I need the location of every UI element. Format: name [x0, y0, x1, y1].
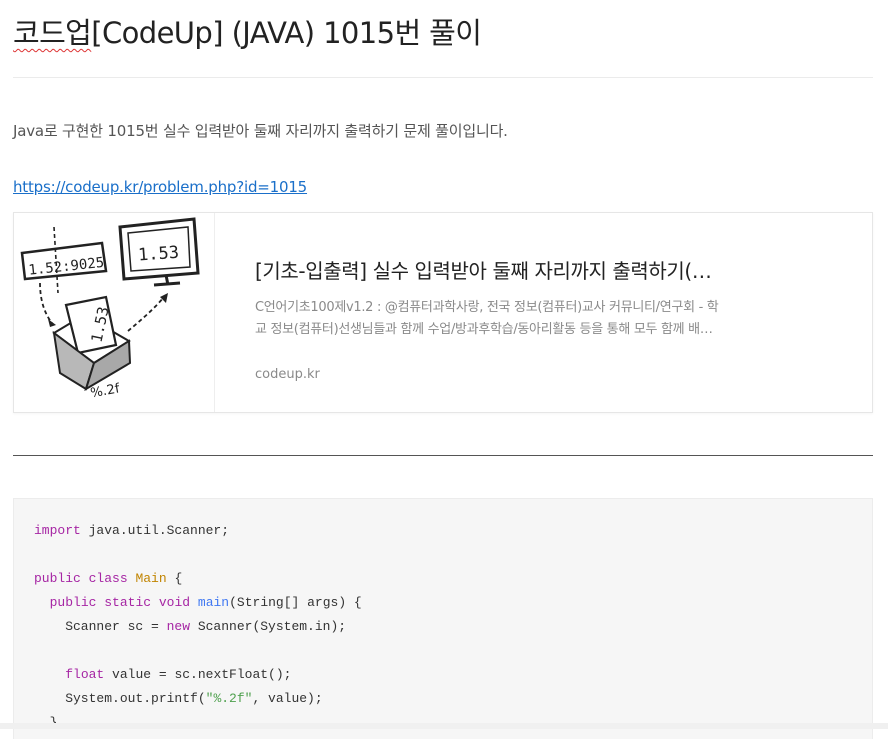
code-line: System.out.printf("%.2f", value);	[34, 687, 872, 711]
envelope-image: 1.53 %.2f	[52, 295, 132, 401]
code-token: public	[49, 595, 97, 610]
code-token: import	[34, 523, 81, 538]
link-preview-card[interactable]: 1.52:9025 1.53 1.53 %.2f [기초-입출력] 실수 입력받…	[13, 212, 873, 413]
arrow-down-icon	[39, 282, 53, 324]
card-description: C언어기초100제v1.2 : @컴퓨터과학사랑, 전국 정보(컴퓨터)교사 커…	[255, 300, 719, 337]
code-token: java.util.Scanner;	[80, 523, 230, 538]
code-token: new	[166, 619, 191, 634]
code-line: public class Main {	[34, 567, 872, 591]
monitor-image: 1.53	[118, 217, 200, 287]
post-title-spellcheck-word: 코드업	[13, 16, 92, 50]
code-token: System.out.printf(	[34, 691, 206, 706]
code-token: main	[197, 595, 230, 610]
post-title: 코드업[CodeUp] (JAVA) 1015번 풀이	[13, 10, 482, 52]
code-token: , value);	[252, 691, 323, 706]
code-line: public static void main(String[] args) {	[34, 591, 872, 615]
code-token: Scanner sc =	[34, 619, 167, 634]
screen-value-text: 1.53	[137, 243, 179, 266]
card-domain: codeup.kr	[255, 367, 320, 382]
code-token: "%.2f"	[205, 691, 253, 706]
java-source: import java.util.Scanner; public class Ma…	[34, 519, 872, 735]
code-line: float value = sc.nextFloat();	[34, 663, 872, 687]
code-line: import java.util.Scanner;	[34, 519, 872, 543]
card-thumbnail: 1.52:9025 1.53 1.53 %.2f	[14, 213, 215, 412]
code-token: value = sc.nextFloat();	[104, 667, 292, 682]
intro-paragraph: Java로 구현한 1015번 실수 입력받아 둘째 자리까지 출력하기 문제 …	[13, 122, 508, 140]
code-token: static	[104, 595, 152, 610]
section-divider	[13, 455, 873, 456]
problem-link[interactable]: https://codeup.kr/problem.php?id=1015	[13, 178, 307, 196]
code-token: void	[158, 595, 191, 610]
arrow-up-icon	[127, 296, 165, 332]
code-token: public	[34, 571, 81, 586]
code-token: class	[88, 571, 128, 586]
card-title[interactable]: [기초-입출력] 실수 입력받아 둘째 자리까지 출력하기(설명)	[255, 255, 725, 284]
code-line: Scanner sc = new Scanner(System.in);	[34, 615, 872, 639]
code-token: (String[] args) {	[229, 595, 362, 610]
printf-illustration: 1.52:9025 1.53 1.53 %.2f	[20, 217, 200, 401]
code-token: Main	[135, 571, 167, 586]
code-token: {	[166, 571, 183, 586]
horizontal-scrollbar[interactable]	[0, 723, 888, 729]
title-divider	[13, 77, 873, 78]
code-token: float	[65, 667, 105, 682]
input-paper-image: 1.52:9025	[20, 226, 108, 294]
code-content[interactable]: import java.util.Scanner; public class Ma…	[14, 499, 872, 735]
post-title-rest: [CodeUp] (JAVA) 1015번 풀이	[91, 16, 482, 50]
code-token: Scanner(System.in);	[190, 619, 347, 634]
code-block[interactable]: import java.util.Scanner; public class Ma…	[13, 498, 873, 739]
